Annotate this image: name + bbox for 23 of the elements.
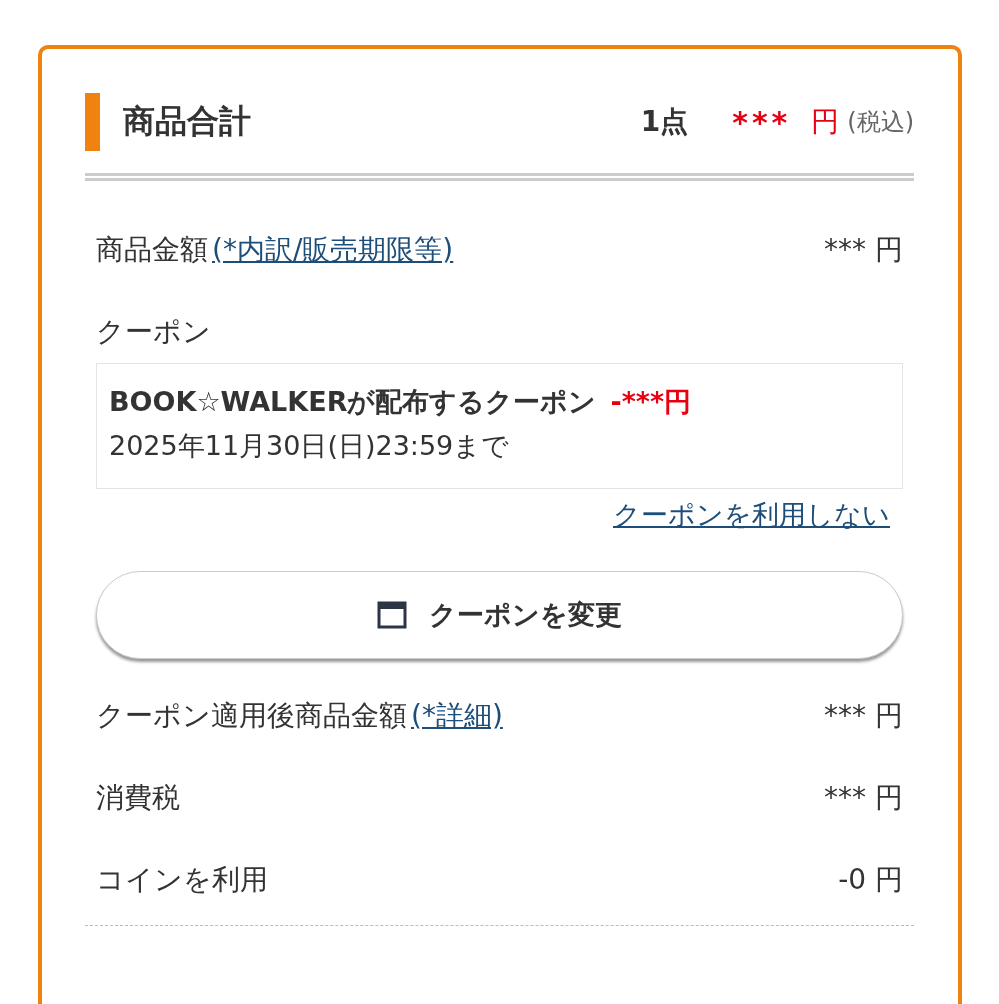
row-value: *** 円 <box>824 232 903 268</box>
row-value: -0 円 <box>838 862 903 898</box>
coupon-name: BOOK☆WALKERが配布するクーポン <box>109 385 597 419</box>
coupon-label: クーポン <box>96 314 211 350</box>
row-label: クーポン適用後商品金額 <box>96 698 407 734</box>
row-label: 消費税 <box>96 780 180 816</box>
accent-bar <box>85 93 100 151</box>
change-coupon-button[interactable]: クーポンを変更 <box>96 571 903 659</box>
row-value: *** 円 <box>824 780 903 816</box>
item-count: 1点 <box>640 104 689 140</box>
tax-note: (税込) <box>847 107 914 138</box>
window-icon <box>377 601 407 629</box>
row-label: 商品金額 <box>96 232 208 268</box>
coupon-expiry: 2025年11月30日(日)23:59まで <box>109 429 511 463</box>
details-link[interactable]: (*詳細) <box>411 697 503 735</box>
remove-coupon-link[interactable]: クーポンを利用しない <box>613 499 890 530</box>
section-title: 商品合計 <box>123 101 252 142</box>
row-value: *** 円 <box>824 698 903 734</box>
coupon-discount: -***円 <box>610 385 692 419</box>
currency-label: 円 <box>811 104 840 140</box>
total-price: *** <box>732 104 792 140</box>
breakdown-link[interactable]: (*内訳/販売期限等) <box>212 231 454 269</box>
row-label: コインを利用 <box>96 862 268 898</box>
